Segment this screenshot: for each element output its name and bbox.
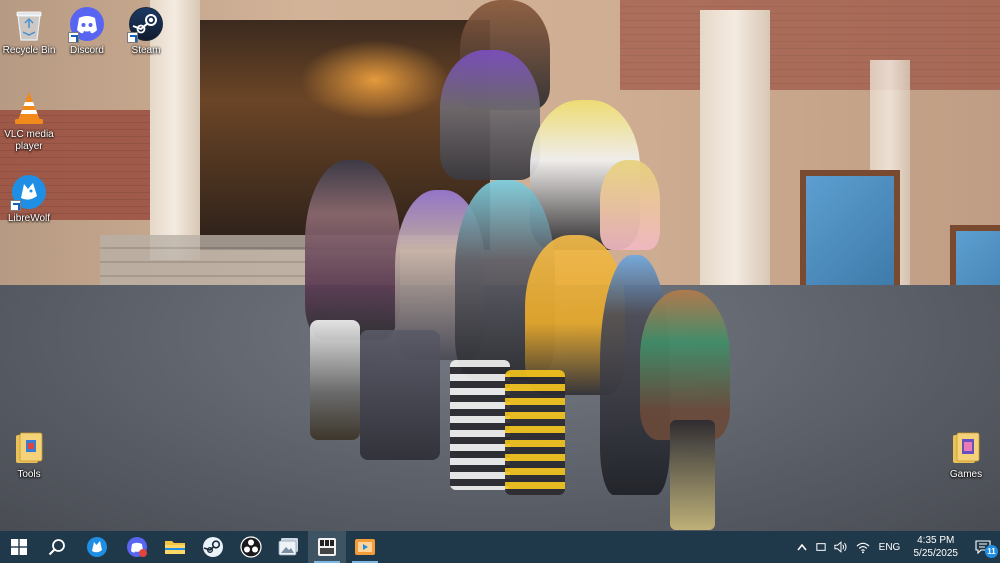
tray-device-button[interactable] [812,531,830,563]
desktop-icon-label: VLC media player [4,129,54,152]
librewolf-icon [10,174,47,211]
chevron-up-icon [796,543,807,551]
taskbar: ENG 4:35 PM 5/25/2025 11 [0,531,1000,563]
notification-count-badge: 11 [985,545,998,558]
desktop-wallpaper [0,0,1000,531]
wifi-icon [856,542,869,553]
start-button[interactable] [0,531,38,563]
desktop-icon-label: Steam [131,45,161,56]
recycle-bin-icon [11,6,47,42]
clock-button[interactable]: 4:35 PM 5/25/2025 [906,531,967,563]
taskbar-app-steam[interactable] [194,531,232,563]
taskbar-app-librewolf[interactable] [76,531,118,563]
desktop-icon-label: LibreWolf [7,213,51,224]
desktop-icon-label: Discord [70,45,104,56]
clock-time: 4:35 PM [917,535,955,546]
taskbar-app-video-player[interactable] [346,531,384,563]
show-hidden-icons-button[interactable] [792,531,812,563]
taskbar-app-file-explorer[interactable] [156,531,194,563]
librewolf-icon [87,537,107,557]
folder-icon [11,430,47,466]
search-icon [48,539,65,556]
taskbar-app-discord[interactable] [118,531,156,563]
search-button[interactable] [38,531,76,563]
language-indicator: ENG [878,541,901,553]
discord-icon [68,6,105,43]
clock-date: 5/25/2025 [913,548,959,559]
folder-icon [948,430,984,466]
monitor-icon [815,543,826,551]
desktop-icon-steam[interactable]: Steam [114,6,178,57]
desktop-icon-recycle-bin[interactable]: Recycle Bin [0,6,61,57]
system-tray: ENG 4:35 PM 5/25/2025 11 [792,531,1000,563]
taskbar-app-obs[interactable] [232,531,270,563]
media-app-icon [318,538,336,556]
desktop-icon-discord[interactable]: Discord [55,6,119,57]
steam-icon [203,537,223,557]
shortcut-arrow-icon [127,32,138,43]
network-button[interactable] [852,531,874,563]
desktop-icon-vlc-media-player[interactable]: VLC media player [0,90,61,153]
volume-button[interactable] [830,531,852,563]
desktop-icon-tools[interactable]: Tools [0,430,61,481]
speaker-icon [833,541,847,553]
desktop-icon-games[interactable]: Games [934,430,998,481]
obs-icon [240,536,262,558]
taskbar-app-active[interactable] [308,531,346,563]
wallpaper-character-group [300,0,730,531]
folder-icon [165,541,185,554]
steam-icon [127,6,164,43]
input-language-button[interactable]: ENG [874,531,906,563]
shortcut-arrow-icon [68,32,79,43]
action-center-button[interactable]: 11 [966,531,1000,563]
vlc-icon [11,90,47,126]
desktop-icon-librewolf[interactable]: LibreWolf [0,174,61,225]
desktop-icon-label: Recycle Bin [2,45,56,56]
desktop-icon-label: Games [949,469,983,480]
video-player-icon [355,539,375,555]
shortcut-arrow-icon [10,200,21,211]
windows-icon [11,539,27,555]
desktop-icon-label: Tools [17,469,41,480]
photos-icon [278,538,298,556]
discord-icon [127,537,147,557]
taskbar-app-photos[interactable] [270,531,308,563]
